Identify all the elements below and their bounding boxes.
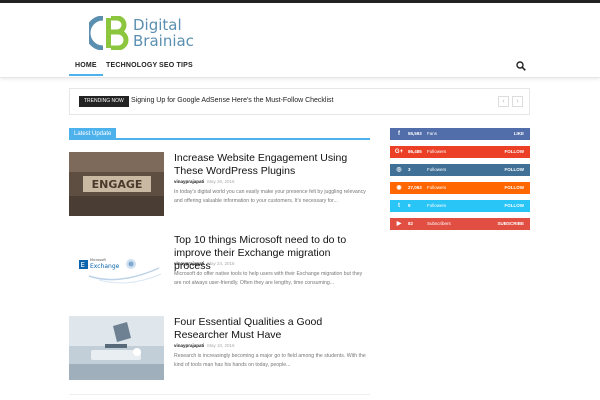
social-action[interactable]: LIKE — [514, 128, 524, 140]
article-item: E Microsoft Exchange Top 10 things Micro… — [69, 234, 370, 304]
social-action[interactable]: FOLLOW — [505, 182, 525, 194]
research-image-icon — [69, 316, 164, 380]
social-googleplus[interactable]: G+ 86,485 Followers FOLLOW — [390, 146, 530, 158]
top-bar — [0, 0, 600, 3]
section-header: Latest Update — [69, 128, 370, 140]
article-date: May 10, 2016 — [207, 343, 235, 348]
site-logo[interactable]: Digital Brainiac — [89, 16, 209, 52]
social-label: Subscribers — [427, 221, 451, 226]
logo-mark-icon — [89, 16, 129, 50]
article-author[interactable]: vinayprajapati — [174, 343, 204, 348]
engage-image-icon: ENGAGE — [69, 152, 164, 216]
article-author[interactable]: vinayprajapati — [174, 261, 204, 266]
social-label: Followers — [427, 185, 447, 190]
trending-ticker: TRENDING NOW Signing Up for Google AdSen… — [69, 88, 530, 115]
exchange-image-icon: E Microsoft Exchange — [69, 234, 164, 298]
article-excerpt: Microsoft do offer native tools to help … — [174, 271, 363, 286]
logo-text: Digital Brainiac — [133, 17, 194, 49]
social-soundcloud[interactable]: ◉ 27,063 Followers FOLLOW — [390, 182, 530, 194]
social-action[interactable]: FOLLOW — [505, 200, 525, 212]
article-author[interactable]: vinayprajapati — [174, 179, 204, 184]
social-label: Fans — [427, 131, 438, 136]
logo-line-1: Digital — [133, 16, 182, 34]
twitter-icon: t — [398, 203, 400, 209]
social-instagram[interactable]: ◎ 3 Followers FOLLOW — [390, 164, 530, 176]
thumb-text: ENGAGE — [92, 178, 143, 191]
social-count: 3 — [408, 167, 411, 172]
article-excerpt: In today's digital world you can easily … — [174, 189, 366, 204]
social-action[interactable]: FOLLOW — [505, 164, 525, 176]
article-excerpt: Research is increasingly becoming a majo… — [174, 353, 366, 368]
social-facebook[interactable]: f 55,593 Fans LIKE — [390, 128, 530, 140]
article-date: May 24, 2016 — [207, 261, 235, 266]
article-title[interactable]: Increase Website Engagement Using These … — [174, 152, 370, 178]
trending-headline[interactable]: Signing Up for Google AdSense Here's the… — [131, 97, 334, 104]
article-divider — [69, 394, 370, 395]
article-item: ENGAGE Increase Website Engagement Using… — [69, 152, 370, 222]
nav-item-seo-tips[interactable]: SEO TIPS — [159, 62, 193, 69]
social-label: Followers — [427, 167, 447, 172]
facebook-icon: f — [398, 131, 400, 137]
social-count: 82 — [408, 221, 414, 226]
article-item: Four Essential Qualities a Good Research… — [69, 316, 370, 386]
social-count: 86,485 — [408, 149, 422, 154]
article-thumbnail[interactable] — [69, 316, 164, 380]
google-plus-icon: G+ — [394, 149, 404, 155]
main-nav: HOME TECHNOLOGY SEO TIPS — [0, 56, 600, 78]
article-title[interactable]: Four Essential Qualities a Good Research… — [174, 316, 370, 342]
svg-text:E: E — [81, 261, 85, 269]
social-action[interactable]: SUBSCRIBE — [497, 218, 524, 230]
thumb-text-1: Microsoft — [90, 258, 107, 262]
social-action[interactable]: FOLLOW — [505, 146, 525, 158]
article-thumbnail[interactable]: E Microsoft Exchange — [69, 234, 164, 298]
social-youtube[interactable]: ▶ 82 Subscribers SUBSCRIBE — [390, 218, 530, 230]
trending-label: TRENDING NOW — [79, 96, 129, 107]
article-date: May 26, 2016 — [207, 179, 235, 184]
article-thumbnail[interactable]: ENGAGE — [69, 152, 164, 216]
search-icon[interactable] — [516, 61, 526, 71]
social-count: 27,063 — [408, 185, 422, 190]
article-meta: vinayprajapati May 24, 2016 — [174, 261, 235, 266]
article-meta: vinayprajapati May 10, 2016 — [174, 343, 235, 348]
soundcloud-icon: ◉ — [396, 185, 402, 191]
ticker-prev-button[interactable]: ‹ — [498, 96, 509, 107]
ticker-next-button[interactable]: › — [512, 96, 523, 107]
section-title: Latest Update — [69, 128, 117, 140]
social-label: Followers — [427, 149, 447, 154]
social-twitter[interactable]: t 9 Followers FOLLOW — [390, 200, 530, 212]
instagram-icon: ◎ — [396, 167, 402, 173]
logo-line-2: Brainiac — [133, 32, 194, 50]
article-title[interactable]: Top 10 things Microsoft need to do to im… — [174, 234, 370, 273]
nav-item-technology[interactable]: TECHNOLOGY — [106, 62, 157, 69]
youtube-icon: ▶ — [396, 221, 402, 227]
social-count: 9 — [408, 203, 411, 208]
social-count: 55,593 — [408, 131, 422, 136]
article-meta: vinayprajapati May 26, 2016 — [174, 179, 235, 184]
nav-item-home[interactable]: HOME — [69, 62, 103, 76]
thumb-text-2: Exchange — [90, 263, 120, 270]
social-label: Followers — [427, 203, 447, 208]
